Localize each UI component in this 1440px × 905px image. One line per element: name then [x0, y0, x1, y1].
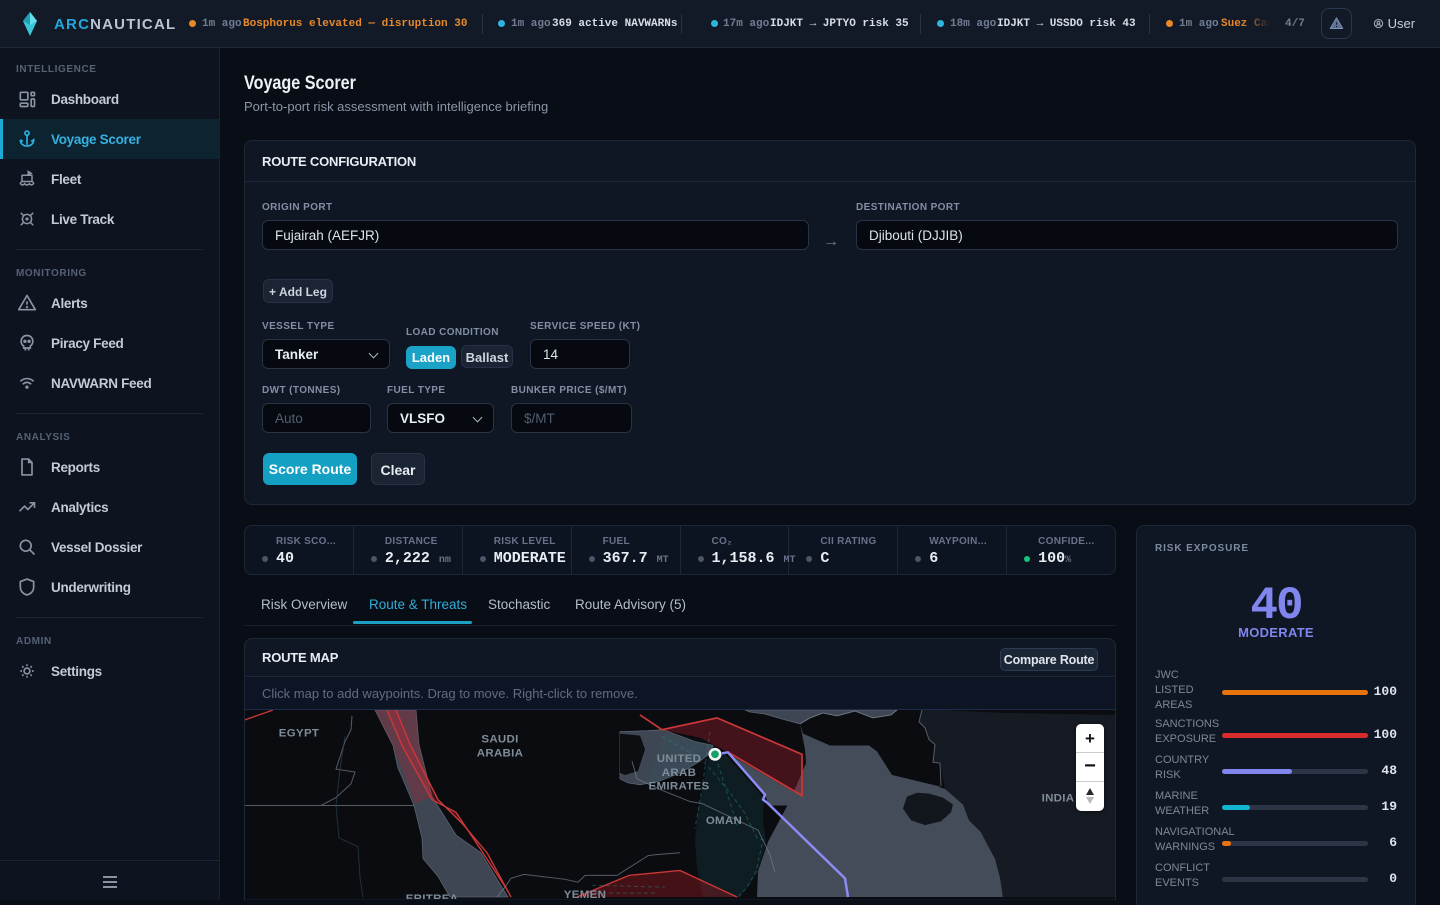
- svg-text:YEMEN: YEMEN: [564, 889, 606, 899]
- svg-text:INDIA: INDIA: [1042, 793, 1075, 805]
- svg-text:ARAB: ARAB: [662, 767, 696, 779]
- svg-text:ARABIA: ARABIA: [477, 747, 524, 759]
- svg-text:EMIRATES: EMIRATES: [649, 781, 710, 793]
- svg-text:OMAN: OMAN: [706, 815, 742, 827]
- svg-text:UNITED: UNITED: [657, 753, 702, 765]
- svg-text:SAUDI: SAUDI: [481, 734, 518, 746]
- svg-text:EGYPT: EGYPT: [279, 728, 319, 740]
- svg-text:ERITREA: ERITREA: [406, 893, 459, 899]
